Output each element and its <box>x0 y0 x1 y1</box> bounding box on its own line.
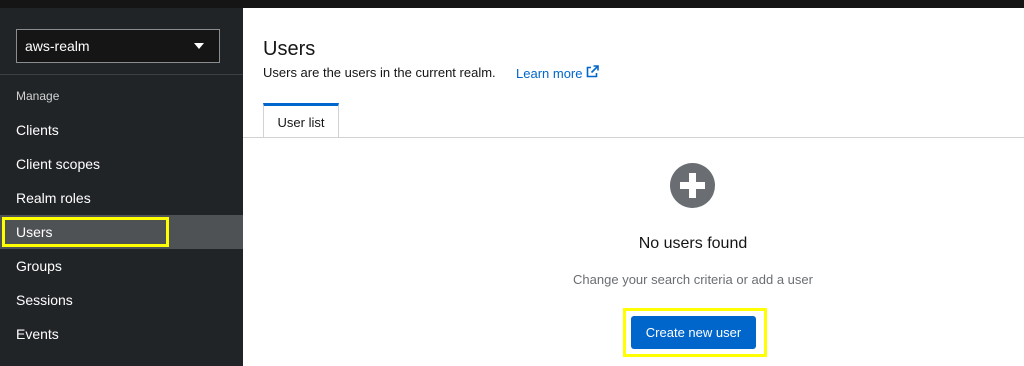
sidebar-item-realm-roles[interactable]: Realm roles <box>0 181 243 215</box>
main-content: Users Users are the users in the current… <box>243 8 1024 366</box>
page-header: Users Users are the users in the current… <box>243 8 1024 138</box>
sidebar: aws-realm Manage Clients Client scopes R… <box>0 8 243 366</box>
sidebar-item-label: Client scopes <box>16 156 101 172</box>
sidebar-item-sessions[interactable]: Sessions <box>0 283 243 317</box>
tab-label: User list <box>277 114 325 130</box>
sidebar-item-label: Clients <box>16 122 59 138</box>
plus-circle-icon <box>670 163 715 208</box>
sidebar-item-label: Realm roles <box>16 190 91 206</box>
empty-state-subtitle: Change your search criteria or add a use… <box>573 272 813 287</box>
sidebar-item-label: Sessions <box>16 292 73 308</box>
highlight-box <box>2 217 169 247</box>
sidebar-item-events[interactable]: Events <box>0 317 243 351</box>
top-bar <box>0 0 1024 8</box>
realm-selector-value: aws-realm <box>25 38 90 54</box>
empty-state: No users found Change your search criter… <box>243 138 1024 366</box>
sidebar-item-client-scopes[interactable]: Client scopes <box>0 147 243 181</box>
learn-more-label: Learn more <box>516 65 583 81</box>
external-link-icon <box>586 65 600 81</box>
realm-selector[interactable]: aws-realm <box>16 29 220 63</box>
caret-down-icon <box>194 43 204 49</box>
page-title: Users <box>263 38 316 60</box>
create-new-user-button[interactable]: Create new user <box>631 316 756 349</box>
learn-more-link[interactable]: Learn more <box>516 65 600 81</box>
sidebar-item-clients[interactable]: Clients <box>0 113 243 147</box>
sidebar-item-groups[interactable]: Groups <box>0 249 243 283</box>
tab-user-list[interactable]: User list <box>263 103 339 138</box>
sidebar-item-label: Groups <box>16 258 62 274</box>
sidebar-item-users[interactable]: Users <box>0 215 243 249</box>
empty-state-title: No users found <box>638 235 748 252</box>
page-description: Users are the users in the current realm… <box>263 65 496 80</box>
sidebar-item-label: Events <box>16 326 59 342</box>
sidebar-section-title: Manage <box>16 89 60 103</box>
sidebar-divider <box>0 74 243 75</box>
